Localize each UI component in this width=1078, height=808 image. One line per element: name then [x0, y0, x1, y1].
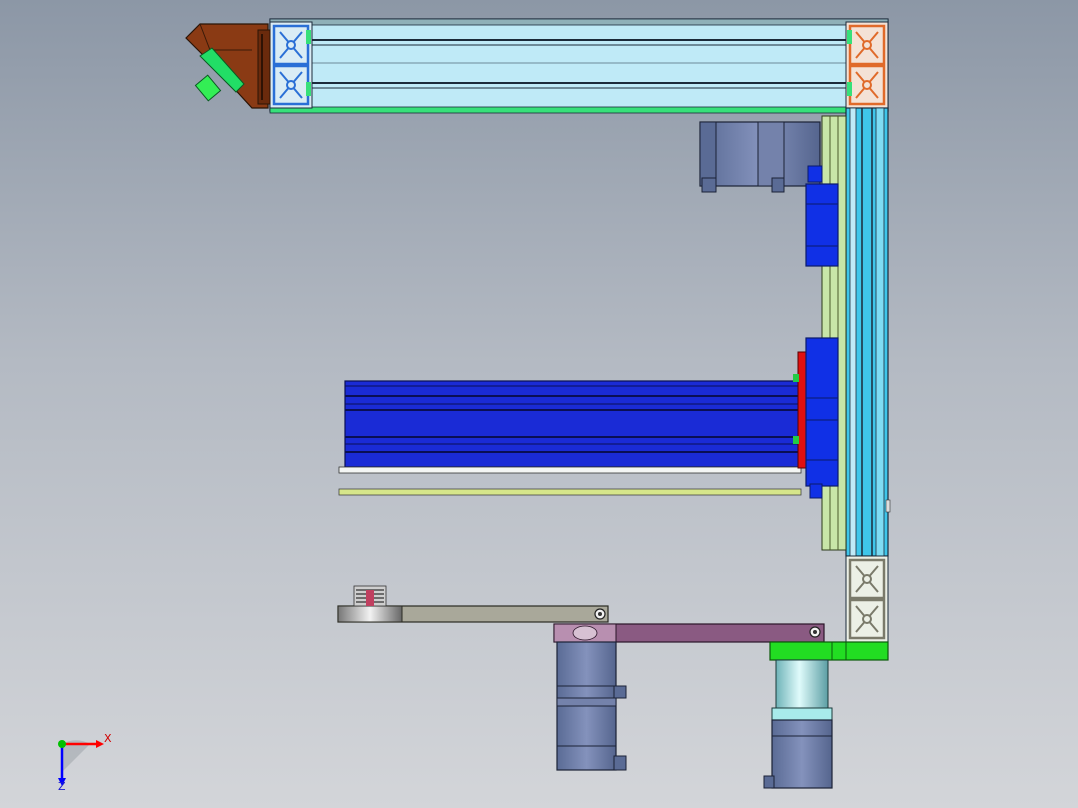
module-guide-strip [338, 488, 802, 496]
module-base-plate-white [338, 466, 802, 474]
carriage-block-upper[interactable] [805, 183, 839, 267]
triad-x-label: X [104, 732, 112, 745]
linear-module-horizontal[interactable] [344, 380, 802, 468]
triad-z-label: Z [58, 780, 66, 793]
top-extrusion-beam[interactable] [269, 18, 889, 114]
spring-coupling [353, 585, 387, 607]
extrusion-profile-left [269, 21, 313, 109]
coupler-cylinder-cyan [771, 659, 833, 721]
orientation-triad[interactable]: X Z [58, 732, 112, 793]
arm-link-purple[interactable] [553, 623, 825, 643]
coupler-green[interactable] [769, 641, 889, 661]
carriage-block-lower[interactable] [805, 337, 839, 499]
arm-link-grey[interactable] [337, 605, 609, 623]
stepper-motor-lower-left[interactable] [556, 641, 627, 771]
extrusion-profile-right [845, 21, 889, 109]
right-vertical-extrusion[interactable] [845, 107, 891, 557]
cad-viewport[interactable]: X Z [0, 0, 1078, 808]
triad-y-axis [58, 740, 66, 748]
stepper-motor-lower-right[interactable] [763, 719, 833, 789]
extrusion-profile-lower [845, 555, 889, 643]
stepper-motor-upper[interactable] [699, 121, 823, 193]
